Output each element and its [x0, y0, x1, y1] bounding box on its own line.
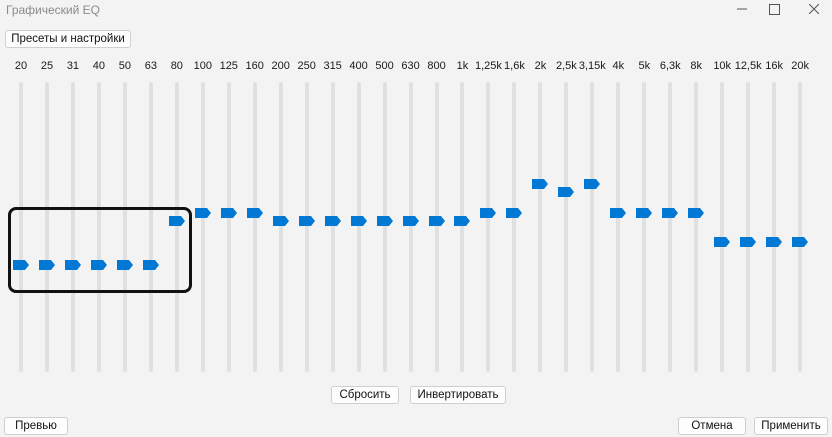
band-slider-thumb[interactable]: [402, 216, 420, 227]
band-label: 630: [401, 60, 420, 72]
band-slider-thumb[interactable]: [557, 187, 575, 198]
band-label: 80: [170, 60, 183, 72]
band-slider-thumb[interactable]: [505, 207, 523, 218]
band-slider-track[interactable]: [746, 82, 751, 372]
band-label: 8k: [690, 60, 703, 72]
band-slider-thumb[interactable]: [635, 207, 653, 218]
band-slider-track[interactable]: [538, 82, 543, 372]
band-slider-track[interactable]: [252, 82, 257, 372]
title-bar: Графический EQ: [0, 0, 832, 20]
band-label: 16k: [765, 60, 783, 72]
band-label: 31: [66, 60, 80, 72]
band-label: 40: [92, 60, 106, 72]
band-label: 50: [118, 60, 131, 72]
band-slider-thumb[interactable]: [272, 216, 290, 227]
band-slider-track[interactable]: [590, 82, 595, 372]
band-slider-track[interactable]: [798, 82, 803, 372]
band-slider-track[interactable]: [434, 82, 439, 372]
highlight-rectangle: [8, 207, 192, 293]
band-slider-thumb[interactable]: [428, 216, 446, 227]
band-slider-track[interactable]: [200, 82, 205, 372]
band-label: 4k: [612, 60, 625, 72]
band-slider-track[interactable]: [460, 82, 465, 372]
maximize-icon[interactable]: [759, 0, 789, 18]
band-slider-track[interactable]: [356, 82, 361, 372]
band-slider-track[interactable]: [694, 82, 699, 372]
band-slider-thumb[interactable]: [194, 207, 212, 218]
band-slider-thumb[interactable]: [609, 207, 627, 218]
band-slider-track[interactable]: [304, 82, 309, 372]
band-slider-track[interactable]: [486, 82, 491, 372]
band-label: 3,15k: [578, 60, 606, 72]
band-slider-thumb[interactable]: [324, 216, 342, 227]
band-label: 20: [14, 60, 28, 72]
band-slider-track[interactable]: [564, 82, 569, 372]
apply-button[interactable]: Применить: [754, 417, 828, 435]
cancel-button[interactable]: Отмена: [678, 417, 746, 435]
band-slider-track[interactable]: [720, 82, 725, 372]
band-label: 1k: [456, 60, 469, 72]
band-label: 10k: [713, 60, 732, 72]
invert-button[interactable]: Инвертировать: [410, 386, 506, 404]
band-label: 2k: [534, 60, 547, 72]
minimize-icon[interactable]: [727, 0, 757, 18]
band-slider-thumb[interactable]: [479, 207, 497, 218]
band-slider-thumb[interactable]: [350, 216, 368, 227]
band-label: 400: [349, 60, 368, 72]
window-title: Графический EQ: [6, 3, 101, 17]
band-slider-track[interactable]: [330, 82, 335, 372]
band-slider-track[interactable]: [668, 82, 673, 372]
band-slider-track[interactable]: [408, 82, 413, 372]
band-label: 100: [193, 60, 212, 72]
band-label: 20k: [791, 60, 809, 72]
band-slider-thumb[interactable]: [298, 216, 316, 227]
band-slider-thumb[interactable]: [453, 216, 471, 227]
reset-button[interactable]: Сбросить: [331, 386, 399, 404]
band-label: 800: [427, 60, 446, 72]
band-label: 160: [245, 60, 264, 72]
band-label: 1,25k: [474, 60, 502, 72]
band-slider-thumb[interactable]: [531, 178, 549, 189]
band-slider-thumb[interactable]: [583, 178, 601, 189]
band-label: 500: [375, 60, 394, 72]
band-slider-thumb[interactable]: [791, 236, 809, 247]
band-label: 125: [219, 60, 238, 72]
band-label: 63: [144, 60, 157, 72]
band-label: 2,5k: [555, 60, 577, 72]
band-label: 12,5k: [734, 60, 762, 72]
band-slider-track[interactable]: [382, 82, 387, 372]
band-slider-track[interactable]: [616, 82, 621, 372]
band-slider-track[interactable]: [226, 82, 231, 372]
band-slider-thumb[interactable]: [687, 207, 705, 218]
band-slider-track[interactable]: [772, 82, 777, 372]
band-label: 250: [297, 60, 316, 72]
band-slider-thumb[interactable]: [246, 207, 264, 218]
band-slider-thumb[interactable]: [220, 207, 238, 218]
band-slider-track[interactable]: [642, 82, 647, 372]
close-icon[interactable]: [799, 0, 829, 18]
band-slider-thumb[interactable]: [713, 236, 731, 247]
band-slider-track[interactable]: [278, 82, 283, 372]
band-label: 315: [323, 60, 342, 72]
band-label: 200: [271, 60, 290, 72]
preview-button[interactable]: Превью: [4, 417, 68, 435]
band-slider-thumb[interactable]: [765, 236, 783, 247]
band-slider-thumb[interactable]: [376, 216, 394, 227]
band-slider-thumb[interactable]: [739, 236, 757, 247]
band-label: 5k: [638, 60, 651, 72]
band-slider-thumb[interactable]: [661, 207, 679, 218]
band-slider-track[interactable]: [512, 82, 517, 372]
band-label: 25: [40, 60, 54, 72]
presets-settings-button[interactable]: Пресеты и настройки: [5, 30, 131, 48]
band-label: 6,3k: [659, 60, 681, 72]
band-label: 1,6k: [504, 60, 525, 72]
